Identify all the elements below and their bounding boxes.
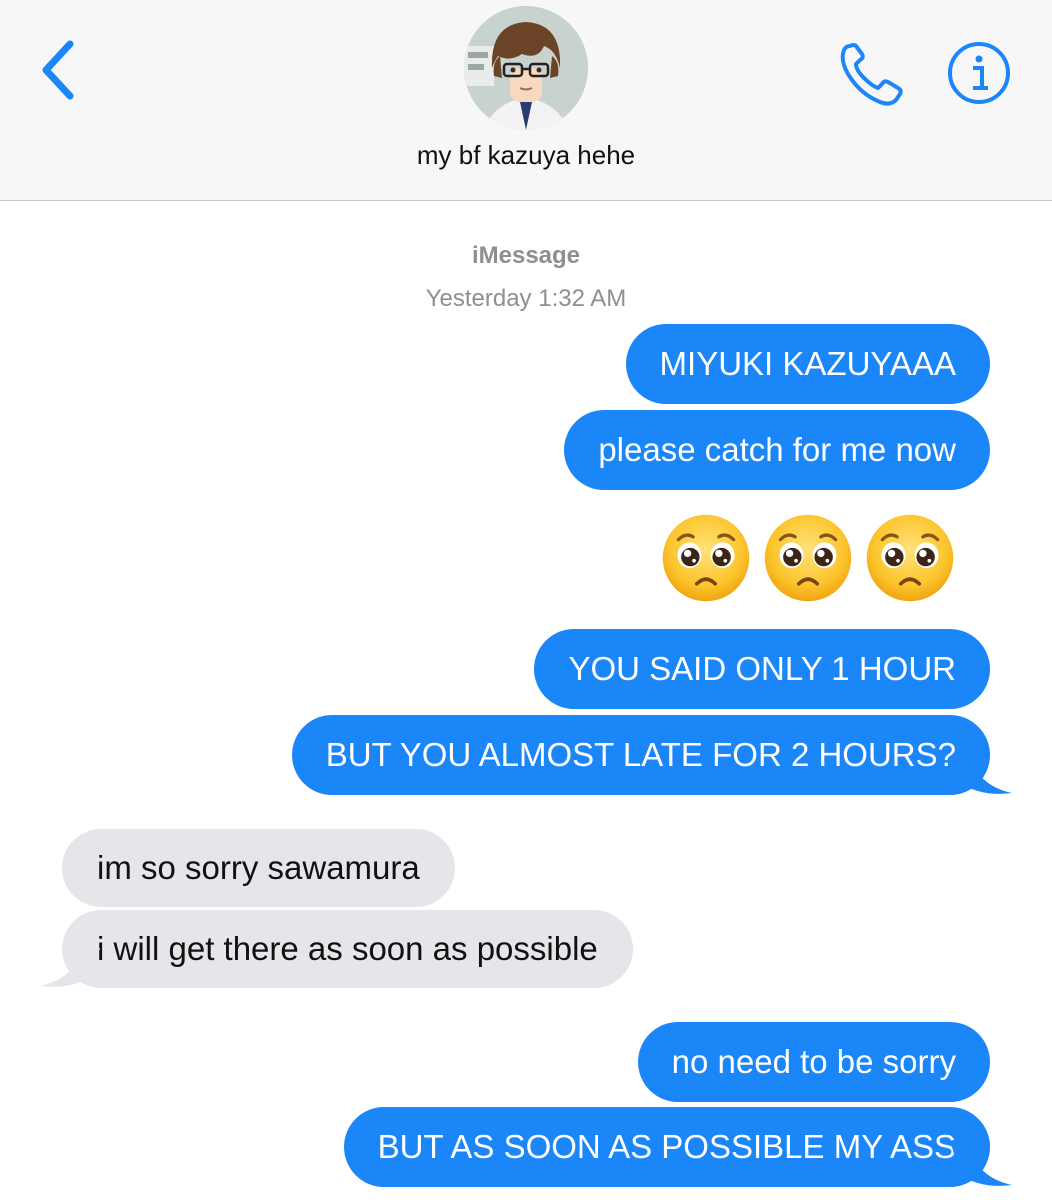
message-text: BUT AS SOON AS POSSIBLE MY ASS <box>377 1128 956 1165</box>
message-bubble-sent[interactable]: please catch for me now <box>564 410 990 490</box>
phone-icon <box>840 43 903 106</box>
message-text: BUT YOU ALMOST LATE FOR 2 HOURS? <box>325 736 956 773</box>
contact-name[interactable]: my bf kazuya hehe <box>0 140 1052 171</box>
emoji-message[interactable] <box>660 512 956 604</box>
bubble-tail <box>952 1147 1012 1186</box>
info-button[interactable] <box>946 40 1012 106</box>
message-timestamp: Yesterday 1:32 AM <box>425 285 627 312</box>
bubble-tail <box>40 948 100 987</box>
message-bubble-sent[interactable]: BUT YOU ALMOST LATE FOR 2 HOURS? <box>291 715 1012 795</box>
message-bubble-sent[interactable]: YOU SAID ONLY 1 HOUR <box>534 629 990 709</box>
message-text: i will get there as soon as possible <box>97 930 598 967</box>
message-bubble-sent[interactable]: MIYUKI KAZUYAAA <box>625 324 990 404</box>
back-button[interactable] <box>34 38 84 102</box>
message-bubble-sent[interactable]: no need to be sorry <box>637 1022 990 1102</box>
avatar-image <box>464 6 588 130</box>
service-label: iMessage <box>471 242 581 269</box>
call-button[interactable] <box>836 38 906 108</box>
pleading-face-icon <box>762 512 854 604</box>
message-bubble-sent[interactable]: BUT AS SOON AS POSSIBLE MY ASS <box>343 1107 1012 1187</box>
message-bubble-received[interactable]: i will get there as soon as possible <box>40 910 633 988</box>
info-icon <box>948 42 1010 104</box>
contact-avatar[interactable] <box>464 6 588 130</box>
pleading-face-icon <box>864 512 956 604</box>
message-bubble-received[interactable]: im so sorry sawamura <box>62 829 455 907</box>
pleading-face-icon <box>660 512 752 604</box>
bubble-tail <box>952 755 1012 794</box>
conversation-header: my bf kazuya hehe <box>0 0 1052 201</box>
chevron-left-icon <box>42 40 74 100</box>
